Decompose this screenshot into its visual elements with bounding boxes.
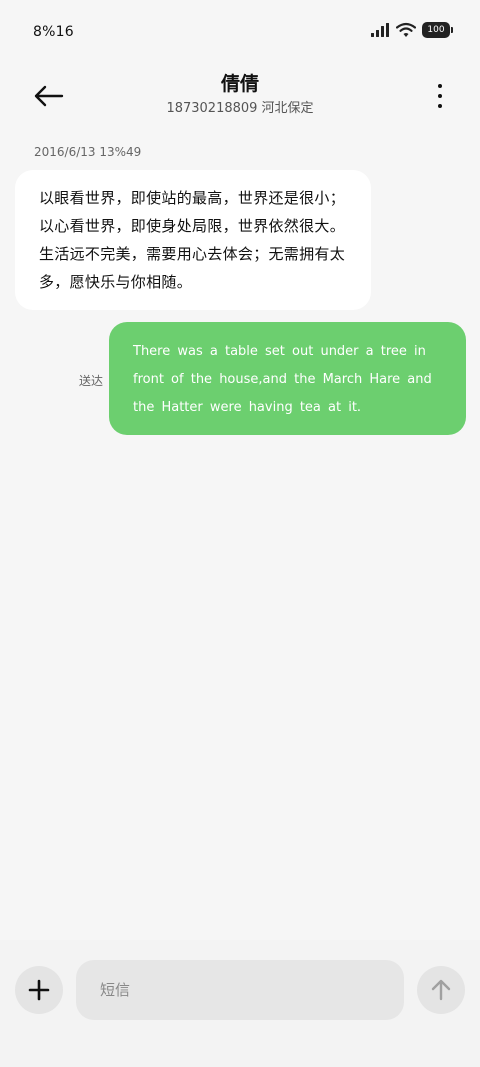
plus-icon xyxy=(28,979,50,1001)
status-icons: 100 xyxy=(370,22,453,38)
outgoing-message-text: There was a table set out under a tree i… xyxy=(133,344,432,415)
delivery-status: 送达 xyxy=(79,374,104,388)
composer-bar xyxy=(0,940,480,1067)
contact-name: 倩倩 xyxy=(220,73,259,95)
send-arrow-icon xyxy=(431,979,451,1001)
more-options-button[interactable] xyxy=(432,78,448,114)
incoming-message-bubble[interactable]: 以眼看世界，即使站的最高，世界还是很小；以心看世界，即使身处局限，世界依然很大。… xyxy=(15,170,371,310)
incoming-message-text: 以眼看世界，即使站的最高，世界还是很小；以心看世界，即使身处局限，世界依然很大。… xyxy=(39,189,346,291)
contact-detail: 18730218809 河北保定 xyxy=(166,101,314,116)
more-vertical-icon-dot xyxy=(438,94,442,98)
add-attachment-button[interactable] xyxy=(15,966,63,1014)
outgoing-message-bubble[interactable]: There was a table set out under a tree i… xyxy=(109,322,466,435)
send-button[interactable] xyxy=(417,966,465,1014)
status-bar: 8%16 100 xyxy=(0,0,480,64)
more-vertical-icon-dot xyxy=(438,104,442,108)
status-time: 8%16 xyxy=(33,24,74,40)
message-input[interactable] xyxy=(76,960,404,1020)
battery-icon: 100 xyxy=(422,22,453,38)
message-timestamp: 2016/6/13 13%49 xyxy=(34,145,142,159)
signal-icon xyxy=(371,23,389,37)
contact-title: 倩倩 18730218809 河北保定 xyxy=(0,72,480,118)
conversation-header: 倩倩 18730218809 河北保定 xyxy=(0,64,480,130)
wifi-icon xyxy=(396,22,416,37)
more-vertical-icon xyxy=(438,84,442,88)
